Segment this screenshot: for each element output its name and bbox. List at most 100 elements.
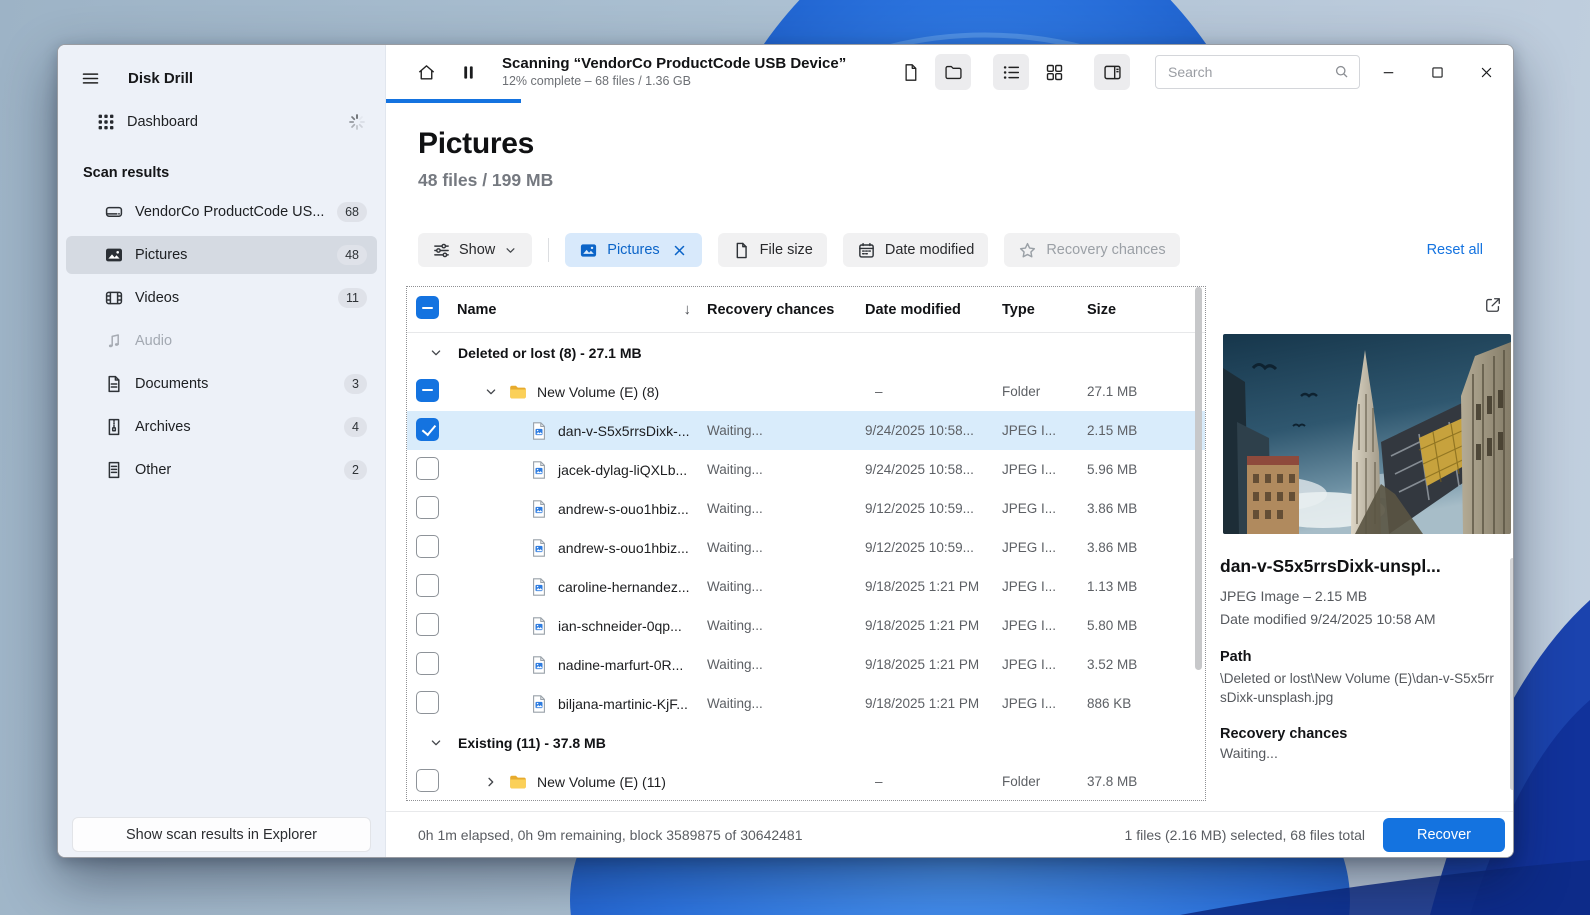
main-area: Scanning “VendorCo ProductCode USB Devic… [386, 45, 1513, 857]
preview-image [1223, 334, 1511, 534]
panel-scrollbar[interactable] [1510, 558, 1513, 790]
sidebar-item-documents[interactable]: Documents 3 [66, 365, 377, 403]
sidebar-item-videos[interactable]: Videos 11 [66, 279, 377, 317]
filter-chip-pictures[interactable]: Pictures [565, 233, 702, 267]
table-row[interactable]: dan-v-S5x5rrsDixk-... Waiting... 9/24/2025… [407, 411, 1205, 450]
group-row[interactable]: Deleted or lost (8) - 27.1 MB [407, 333, 1205, 372]
scan-info: Scanning “VendorCo ProductCode USB Devic… [502, 55, 846, 89]
recovery-cell: Waiting... [707, 540, 763, 555]
menu-button[interactable] [76, 64, 104, 92]
home-button[interactable] [408, 54, 444, 90]
count-badge: 68 [337, 202, 367, 222]
status-bar: 0h 1m elapsed, 0h 9m remaining, block 35… [386, 811, 1513, 857]
sidebar-item-archives[interactable]: Archives 4 [66, 408, 377, 446]
filter-chip-date-modified[interactable]: Date modified [842, 233, 989, 267]
sidebar-item-pictures[interactable]: Pictures 48 [66, 236, 377, 274]
column-header-size[interactable]: Size [1087, 302, 1205, 318]
column-header-name[interactable]: Name ↓ [457, 301, 707, 318]
filter-chip-recovery-chances[interactable]: Recovery chances [1004, 233, 1180, 267]
open-folder-button[interactable] [935, 54, 971, 90]
new-file-button[interactable] [892, 54, 928, 90]
open-external-icon[interactable] [1483, 294, 1505, 316]
sidebar-item-label: Audio [135, 333, 173, 349]
search-box [1155, 55, 1360, 89]
star-icon [1018, 241, 1037, 260]
chevron-right-icon[interactable] [483, 774, 499, 790]
table-row[interactable]: ian-schneider-0qp... Waiting... 9/18/2025 … [407, 606, 1205, 645]
chevron-down-icon[interactable] [483, 384, 499, 400]
pause-button[interactable] [450, 54, 486, 90]
table-row[interactable]: jacek-dylag-liQXLb... Waiting... 9/24/2025… [407, 450, 1205, 489]
folder-name: New Volume (E) (8) [537, 383, 660, 400]
file-name: dan-v-S5x5rrsDixk-... [558, 422, 690, 439]
row-checkbox[interactable] [416, 612, 439, 636]
file-name: caroline-hernandez... [558, 578, 690, 595]
row-checkbox[interactable] [416, 495, 439, 519]
show-in-explorer-button[interactable]: Show scan results in Explorer [72, 817, 371, 852]
date-cell: 9/18/2025 1:21 PM [865, 579, 980, 594]
filter-chip-file-size[interactable]: File size [717, 233, 827, 267]
table-row[interactable]: New Volume (E) (11) – Folder 37.8 MB [407, 762, 1205, 800]
recover-button[interactable]: Recover [1383, 817, 1505, 852]
type-cell: JPEG I... [1002, 657, 1057, 672]
file-icon [904, 63, 916, 81]
row-checkbox[interactable] [416, 573, 439, 597]
row-checkbox[interactable] [416, 456, 439, 480]
row-checkbox[interactable] [416, 690, 439, 714]
chevron-down-icon[interactable] [428, 735, 444, 751]
row-checkbox[interactable] [416, 378, 439, 402]
row-checkbox[interactable] [416, 768, 439, 792]
row-checkbox[interactable] [416, 534, 439, 558]
row-checkbox[interactable] [416, 417, 439, 441]
remove-filter-icon[interactable] [671, 242, 688, 259]
pause-icon [463, 65, 473, 79]
grid-view-button[interactable] [1036, 54, 1072, 90]
table-row[interactable]: caroline-hernandez... Waiting... 9/18/2025… [407, 567, 1205, 606]
file-name: biljana-martinic-KjF... [558, 695, 688, 712]
select-all-checkbox[interactable] [416, 296, 439, 319]
recovery-cell: Waiting... [707, 462, 763, 477]
sidebar-item-audio[interactable]: Audio [66, 322, 377, 360]
reset-all-link[interactable]: Reset all [1427, 233, 1483, 267]
table-scrollbar[interactable] [1195, 287, 1202, 670]
table-row[interactable]: nadine-marfurt-0R... Waiting... 9/18/2025 … [407, 645, 1205, 684]
close-button[interactable] [1465, 53, 1507, 91]
sidebar-item-dashboard[interactable]: Dashboard [66, 103, 377, 141]
folder-icon [508, 382, 528, 402]
chevron-down-icon[interactable] [428, 345, 444, 361]
type-cell: JPEG I... [1002, 462, 1057, 477]
pictures-icon [104, 245, 124, 265]
sidebar-item-other[interactable]: Other 2 [66, 451, 377, 489]
app-title: Disk Drill [128, 69, 194, 87]
sort-descending-icon[interactable]: ↓ [684, 301, 692, 318]
column-header-type[interactable]: Type [1002, 302, 1087, 318]
file-name: andrew-s-ouo1hbiz... [558, 500, 689, 517]
table-row[interactable]: New Volume (E) (8) – Folder 27.1 MB [407, 372, 1205, 411]
home-icon [418, 64, 434, 79]
scan-subtitle: 12% complete – 68 files / 1.36 GB [502, 74, 691, 89]
maximize-icon [1431, 66, 1443, 78]
row-checkbox[interactable] [416, 651, 439, 675]
table-row[interactable]: biljana-martinic-KjF... Waiting... 9/18/20… [407, 684, 1205, 723]
table-header: Name ↓ Recovery chances Date modified Ty… [407, 287, 1205, 333]
table-row[interactable]: andrew-s-ouo1hbiz... Waiting... 9/12/2025 … [407, 528, 1205, 567]
hamburger-icon [82, 72, 98, 84]
preview-panel-button[interactable] [1094, 54, 1130, 90]
list-view-button[interactable] [993, 54, 1029, 90]
archives-icon [104, 417, 124, 437]
column-header-date-modified[interactable]: Date modified [865, 302, 1002, 318]
preview-path: \Deleted or lost\New Volume (E)\dan-v-S5… [1220, 671, 1494, 705]
group-row[interactable]: Existing (11) - 37.8 MB [407, 723, 1205, 762]
column-header-recovery-chances[interactable]: Recovery chances [707, 302, 865, 318]
show-filter-button[interactable]: Show [418, 233, 533, 267]
image-file-icon [529, 538, 549, 558]
search-input[interactable] [1155, 55, 1360, 89]
maximize-button[interactable] [1416, 53, 1458, 91]
minimize-icon [1383, 71, 1393, 73]
table-row[interactable]: andrew-s-ouo1hbiz... Waiting... 9/12/2025 … [407, 489, 1205, 528]
sidebar-item-vendorco-productcode-us[interactable]: VendorCo ProductCode US... 68 [66, 193, 377, 231]
minimize-button[interactable] [1367, 53, 1409, 91]
folder-name: New Volume (E) (11) [537, 773, 666, 790]
recovery-cell: Waiting... [707, 657, 763, 672]
preview-path-label: Path [1220, 649, 1252, 665]
